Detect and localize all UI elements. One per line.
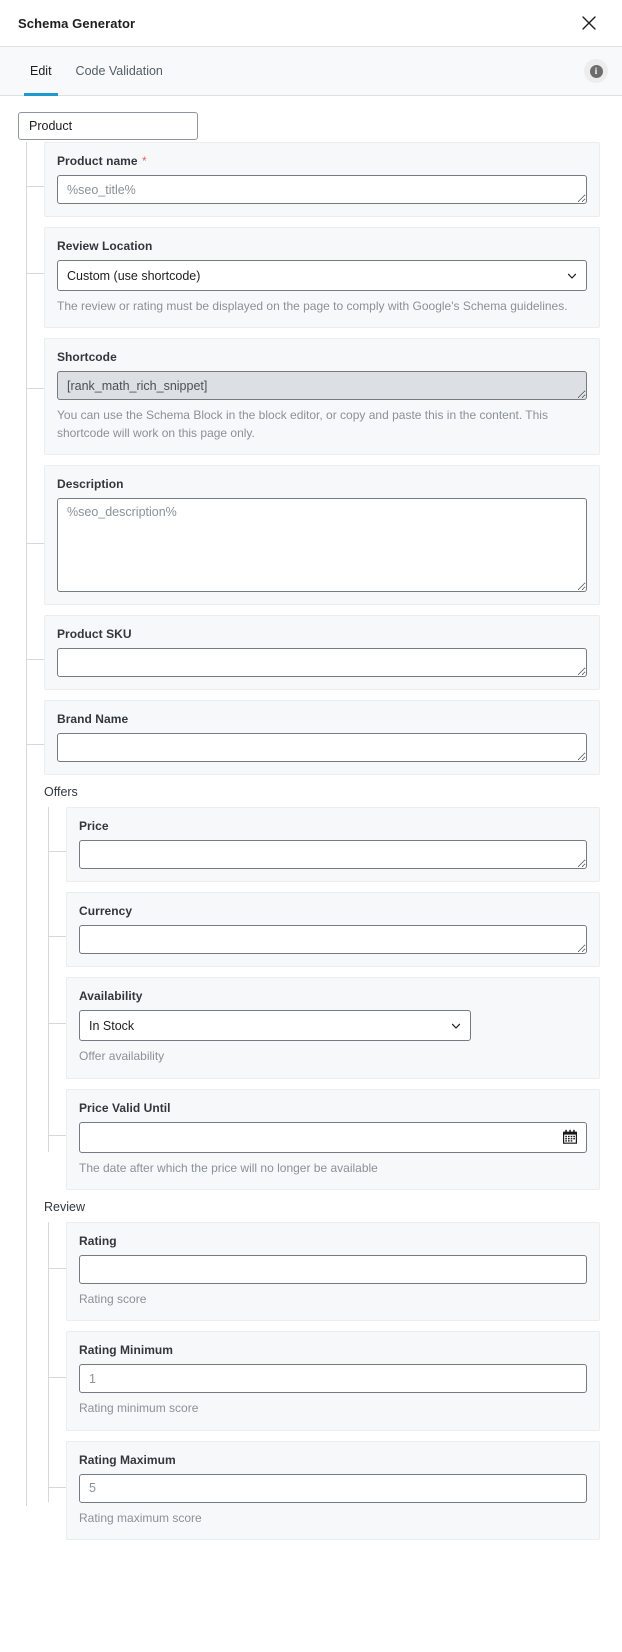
group-label-review: Review: [44, 1199, 85, 1214]
field-node-availability: Availability In Stock Offer availability: [48, 977, 600, 1079]
schema-type-field[interactable]: Product: [18, 112, 198, 140]
field-hint-availability: Offer availability: [79, 1049, 165, 1064]
close-button[interactable]: [574, 8, 604, 38]
price-input[interactable]: [79, 840, 587, 870]
info-icon: i: [589, 64, 603, 78]
field-node-price-valid-until: Price Valid Until The date after which t…: [48, 1088, 600, 1190]
field-card: Price: [66, 807, 600, 883]
description-input[interactable]: [57, 498, 587, 593]
price-valid-until-input[interactable]: [79, 1121, 587, 1153]
field-label-product-sku: Product SKU: [57, 627, 132, 642]
field-group-review: Review Rating Rating score Rating Minimu…: [26, 1199, 600, 1541]
field-card: Shortcode You can use the Schema Block i…: [44, 338, 600, 456]
field-label-rating-maximum: Rating Maximum: [79, 1452, 176, 1467]
brand-name-input[interactable]: [57, 733, 587, 763]
tab-bar: Edit Code Validation i: [0, 47, 622, 96]
field-card: Review Location Custom (use shortcode) T…: [44, 227, 600, 329]
field-node-price: Price: [48, 807, 600, 883]
field-hint-rating-maximum: Rating maximum score: [79, 1510, 202, 1525]
field-node-product-sku: Product SKU: [26, 615, 600, 691]
field-node-shortcode: Shortcode You can use the Schema Block i…: [26, 338, 600, 456]
rating-input[interactable]: [79, 1254, 587, 1284]
field-label-description: Description: [57, 477, 124, 492]
review-location-select[interactable]: Custom (use shortcode): [57, 260, 587, 291]
close-icon: [579, 13, 599, 33]
tab-edit[interactable]: Edit: [18, 47, 64, 96]
field-node-currency: Currency: [48, 892, 600, 968]
field-group-offers: Offers Price Currency Availability In St…: [26, 785, 600, 1190]
field-label-availability: Availability: [79, 989, 143, 1004]
field-label-product-name: Product name *: [57, 154, 147, 168]
tab-bar-spacer: [175, 47, 584, 95]
product-name-input[interactable]: [57, 175, 587, 204]
info-button[interactable]: i: [584, 59, 608, 83]
field-node-brand-name: Brand Name: [26, 700, 600, 776]
field-hint-rating: Rating score: [79, 1291, 147, 1306]
group-label-offers: Offers: [44, 785, 78, 800]
field-card: Price Valid Until The date after which t…: [66, 1088, 600, 1190]
modal-header: Schema Generator: [0, 0, 622, 47]
field-hint-price-valid-until: The date after which the price will no l…: [79, 1160, 378, 1175]
shortcode-input[interactable]: [57, 371, 587, 401]
field-label-rating-minimum: Rating Minimum: [79, 1343, 174, 1358]
field-card: Rating Minimum Rating minimum score: [66, 1331, 600, 1431]
required-marker: *: [138, 154, 147, 168]
field-card: Brand Name: [44, 700, 600, 776]
field-card: Rating Rating score: [66, 1221, 600, 1322]
schema-editor-body: Product Product name * Review Location C…: [0, 96, 622, 1541]
calendar-icon[interactable]: [562, 1129, 578, 1145]
price-valid-until-wrap: [79, 1121, 587, 1153]
field-card: Rating Maximum Rating maximum score: [66, 1440, 600, 1541]
product-sku-input[interactable]: [57, 648, 587, 678]
page-title: Schema Generator: [18, 15, 136, 31]
field-label-price: Price: [79, 819, 109, 834]
currency-input[interactable]: [79, 925, 587, 955]
field-node-description: Description: [26, 465, 600, 606]
field-hint-rating-minimum: Rating minimum score: [79, 1401, 199, 1416]
availability-select-wrap: In Stock: [79, 1010, 471, 1042]
tab-code-validation[interactable]: Code Validation: [64, 47, 175, 95]
field-card: Product SKU: [44, 615, 600, 691]
field-node-rating: Rating Rating score: [48, 1221, 600, 1322]
field-card: Product name *: [44, 142, 600, 217]
schema-field-tree: Product name * Review Location Custom (u…: [18, 142, 600, 1541]
rating-maximum-input[interactable]: [79, 1473, 587, 1503]
field-label-currency: Currency: [79, 904, 133, 919]
field-node-review-location: Review Location Custom (use shortcode) T…: [26, 227, 600, 329]
field-card: Description: [44, 465, 600, 606]
field-hint-review-location: The review or rating must be displayed o…: [57, 299, 568, 313]
field-label-brand-name: Brand Name: [57, 712, 129, 727]
field-node-product-name: Product name *: [26, 142, 600, 217]
group-children-review: Rating Rating score Rating Minimum Ratin…: [44, 1221, 600, 1541]
field-label-price-valid-until: Price Valid Until: [79, 1100, 171, 1115]
field-node-rating-maximum: Rating Maximum Rating maximum score: [48, 1440, 600, 1541]
field-card: Availability In Stock Offer availability: [66, 977, 600, 1079]
field-label-rating: Rating: [79, 1233, 117, 1248]
field-node-rating-minimum: Rating Minimum Rating minimum score: [48, 1331, 600, 1431]
review-location-select-wrap: Custom (use shortcode): [57, 260, 587, 291]
field-card: Currency: [66, 892, 600, 968]
field-hint-shortcode: You can use the Schema Block in the bloc…: [57, 408, 548, 440]
rating-minimum-input[interactable]: [79, 1364, 587, 1394]
availability-select[interactable]: In Stock: [79, 1010, 471, 1042]
schema-type-value: Product: [29, 119, 73, 133]
field-label-shortcode: Shortcode: [57, 350, 117, 365]
field-label-review-location: Review Location: [57, 239, 153, 253]
group-children-offers: Price Currency Availability In Stock Off…: [44, 807, 600, 1190]
